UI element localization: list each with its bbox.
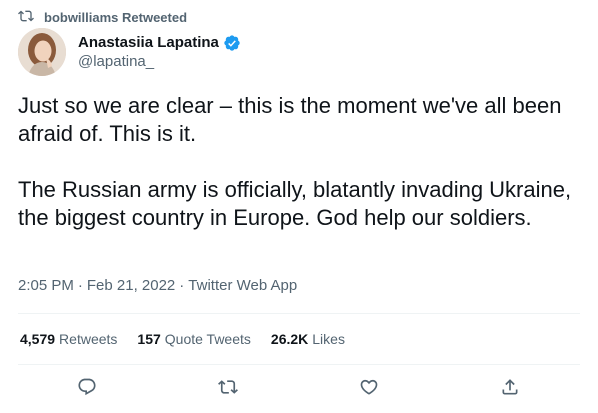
divider [18,313,580,314]
retweeted-by-text: bobwilliams Retweeted [44,9,188,25]
retweet-icon [218,377,238,402]
author-name[interactable]: Anastasiia Lapatina [78,33,219,52]
reply-button[interactable] [74,376,100,402]
meta-separator: · [179,277,185,294]
quotes-count: 157 [137,331,161,347]
retweet-icon [18,8,34,27]
quotes-label: Quote Tweets [164,331,251,347]
retweeted-by-context[interactable]: bobwilliams Retweeted [18,8,187,26]
likes-stat[interactable]: 26.2K Likes [271,331,345,351]
retweets-count: 4,579 [20,331,56,347]
author-handle[interactable]: @lapatina_ [78,52,241,71]
divider [18,364,580,365]
retweet-button[interactable] [215,376,241,402]
tweet-paragraph: The Russian army is officially, blatantl… [18,177,572,230]
tweet-stats: 4,579 Retweets 157 Quote Tweets 26.2K Li… [20,331,345,351]
heart-icon [359,377,379,402]
reply-icon [77,377,97,402]
share-button[interactable] [497,376,523,402]
tweet-date[interactable]: Feb 21, 2022 [87,277,175,294]
tweet-meta: 2:05 PM · Feb 21, 2022 · Twitter Web App [18,277,297,294]
tweet-time[interactable]: 2:05 PM [18,277,74,294]
likes-label: Likes [312,331,345,347]
retweets-label: Retweets [59,331,118,347]
tweet-source[interactable]: Twitter Web App [188,277,297,294]
quote-tweets-stat[interactable]: 157 Quote Tweets [137,331,251,351]
tweet-author: Anastasiia Lapatina @lapatina_ [18,28,241,76]
verified-badge-icon [223,34,241,52]
like-button[interactable] [356,376,382,402]
avatar[interactable] [18,28,66,76]
retweets-stat[interactable]: 4,579 Retweets [20,331,117,351]
share-icon [500,377,520,402]
tweet-text: Just so we are clear – this is the momen… [18,92,588,232]
meta-separator: · [77,277,83,294]
tweet-paragraph: Just so we are clear – this is the momen… [18,93,562,146]
likes-count: 26.2K [270,331,309,347]
tweet-actions [0,376,598,402]
